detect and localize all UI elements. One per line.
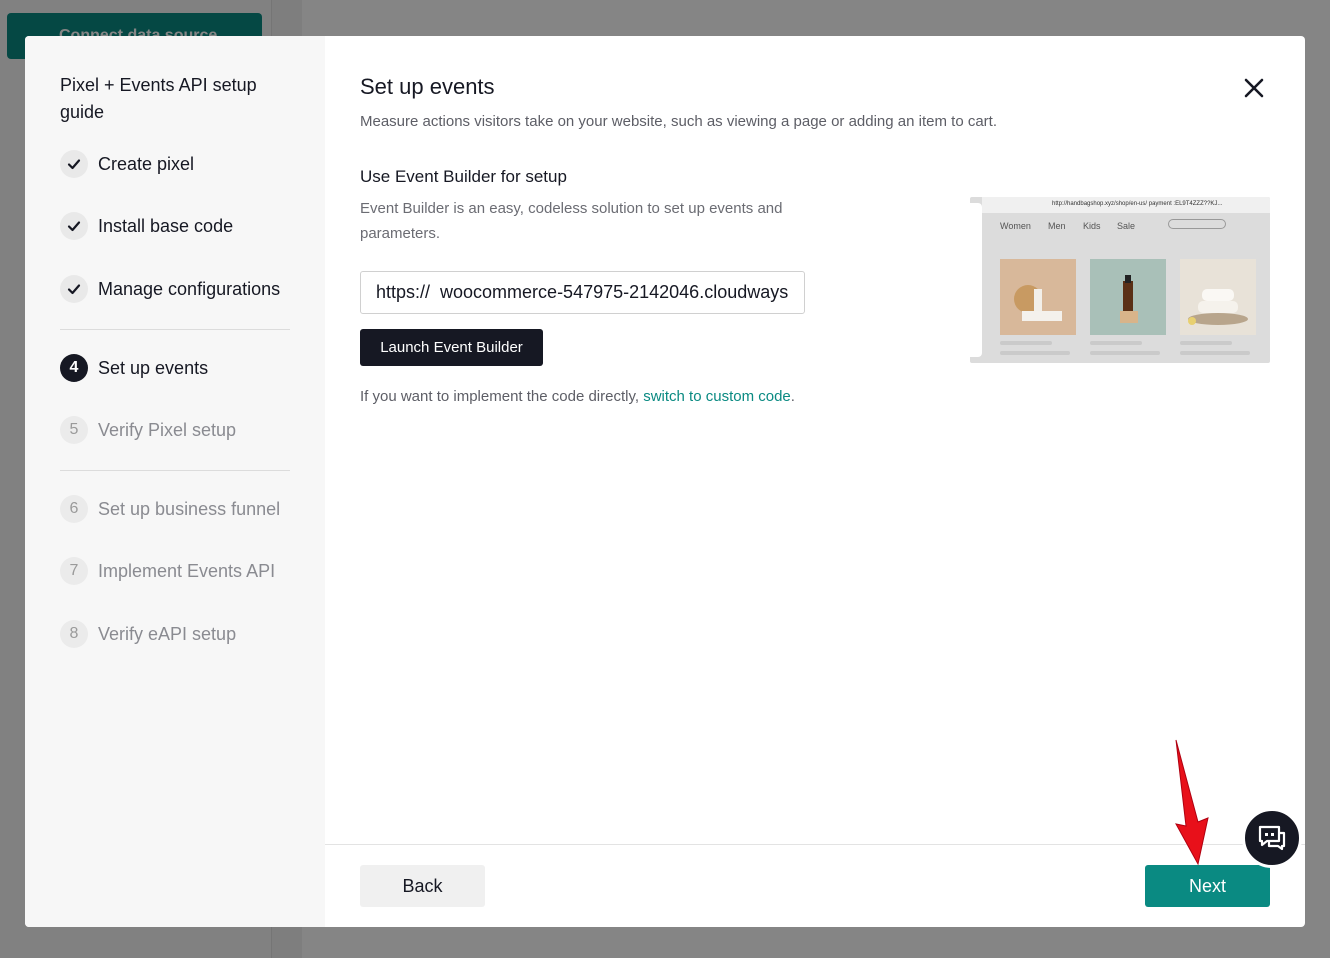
preview-product-image xyxy=(1180,259,1256,335)
chat-icon xyxy=(1258,825,1286,851)
step-number: 4 xyxy=(60,354,88,382)
website-url-input[interactable] xyxy=(360,271,805,314)
close-icon[interactable] xyxy=(1242,76,1266,100)
content-panel: Set up events Measure actions visitors t… xyxy=(325,36,1305,927)
check-icon xyxy=(60,212,88,240)
preview-search-icon xyxy=(1168,219,1226,229)
step-label: Verify eAPI setup xyxy=(98,623,237,644)
chat-support-button[interactable] xyxy=(1242,808,1302,868)
preview-url-text: http://handbagshop.xyz/shop/en-us/ payme… xyxy=(1052,201,1223,207)
footer-divider xyxy=(325,844,1305,845)
preview-nav-item: Sale xyxy=(1117,221,1136,231)
next-button[interactable]: Next xyxy=(1145,865,1270,907)
launch-event-builder-button[interactable]: Launch Event Builder xyxy=(360,329,543,366)
section-heading: Use Event Builder for setup xyxy=(360,167,567,186)
step-number: 6 xyxy=(60,495,88,523)
step-label: Manage configurations xyxy=(98,278,281,299)
preview-text-line xyxy=(1180,341,1232,345)
step-number: 5 xyxy=(60,416,88,444)
preview-nav-item: Men xyxy=(1048,221,1066,231)
section-description: Event Builder is an easy, codeless solut… xyxy=(360,200,783,242)
preview-text-line xyxy=(1000,351,1070,355)
preview-text-line xyxy=(1000,341,1052,345)
step-install-base-code: Install base code xyxy=(60,211,233,241)
preview-text-line xyxy=(1180,351,1250,355)
steps-panel: Pixel + Events API setup guide Create pi… xyxy=(25,36,325,927)
switch-to-custom-code-link[interactable]: switch to custom code xyxy=(643,388,791,405)
step-label: Set up events xyxy=(98,357,209,378)
check-icon xyxy=(60,150,88,178)
step-label: Create pixel xyxy=(98,153,195,174)
step-manage-configurations: Manage configurations xyxy=(60,274,280,304)
step-label: Verify Pixel setup xyxy=(98,419,237,440)
preview-nav-item: Kids xyxy=(1083,221,1101,231)
preview-product-image xyxy=(1000,259,1076,335)
setup-guide-modal: Pixel + Events API setup guide Create pi… xyxy=(25,36,1305,927)
step-label: Install base code xyxy=(98,215,234,236)
preview-text-line xyxy=(1090,341,1142,345)
page-subtitle: Measure actions visitors take on your we… xyxy=(360,113,997,130)
custom-code-hint: If you want to implement the code direct… xyxy=(360,388,795,405)
step-create-pixel: Create pixel xyxy=(60,149,194,179)
step-label: Set up business funnel xyxy=(98,498,281,519)
preview-text-line xyxy=(1090,351,1160,355)
step-set-up-business-funnel: 6 Set up business funnel xyxy=(60,494,280,524)
divider xyxy=(60,329,290,330)
step-verify-eapi-setup: 8 Verify eAPI setup xyxy=(60,619,236,649)
preview-product-image xyxy=(1090,259,1166,335)
guide-title: Pixel + Events API setup guide xyxy=(60,75,257,122)
annotation-arrow-icon xyxy=(1175,739,1209,866)
step-verify-pixel-setup: 5 Verify Pixel setup xyxy=(60,415,236,445)
preview-frame-edge xyxy=(970,203,982,357)
preview-nav-item: Women xyxy=(1000,221,1031,231)
step-number: 7 xyxy=(60,557,88,585)
step-number: 8 xyxy=(60,620,88,648)
back-button[interactable]: Back xyxy=(360,865,485,907)
step-set-up-events: 4 Set up events xyxy=(60,353,208,383)
step-implement-events-api: 7 Implement Events API xyxy=(60,556,275,586)
custom-code-suffix: . xyxy=(790,388,795,405)
custom-code-prefix: If you want to implement the code direct… xyxy=(360,388,644,405)
check-icon xyxy=(60,275,88,303)
step-label: Implement Events API xyxy=(98,560,276,581)
page-title: Set up events xyxy=(360,74,495,99)
divider xyxy=(60,470,290,471)
event-builder-preview-image: http://handbagshop.xyz/shop/en-us/ payme… xyxy=(970,197,1270,363)
